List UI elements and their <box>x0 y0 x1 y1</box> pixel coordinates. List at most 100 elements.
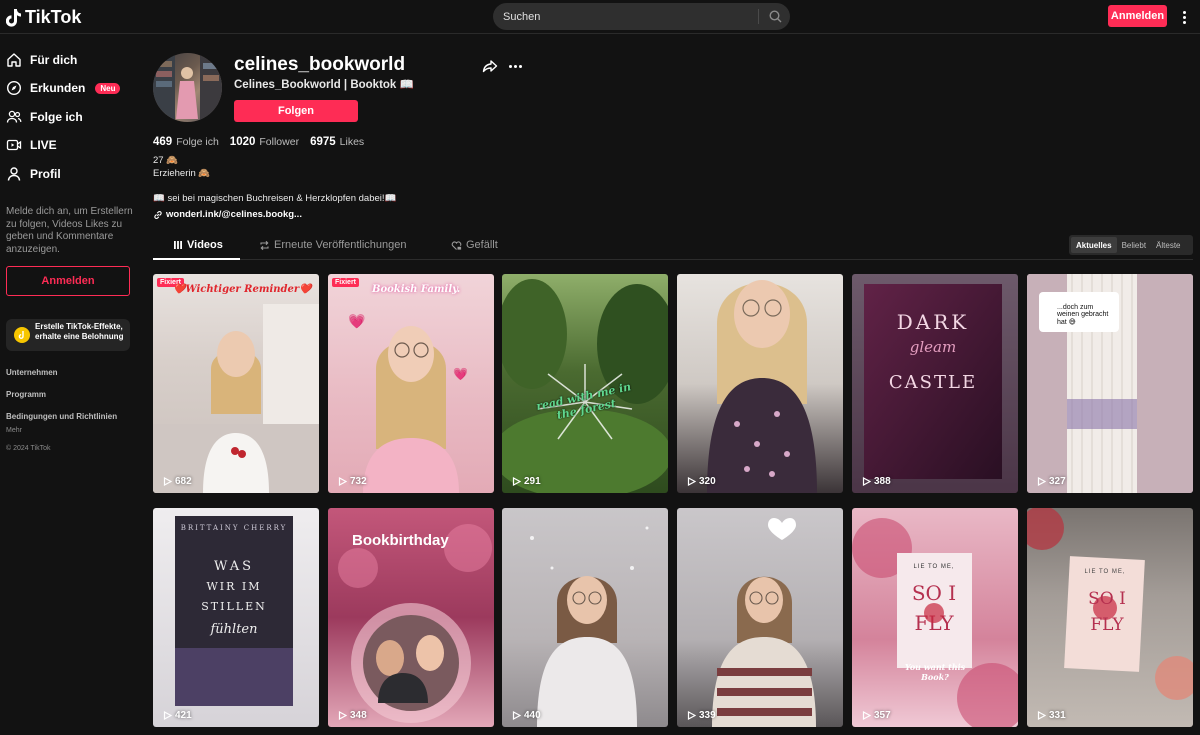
view-count: 320 <box>687 476 716 487</box>
share-icon[interactable] <box>482 58 498 74</box>
sidebar-item-label: Erkunden <box>30 81 86 95</box>
profile-tabs: Videos Erneute Veröffentlichungen Gefäll… <box>153 234 1193 260</box>
play-icon <box>163 477 172 486</box>
bio-line: 27 🙈 <box>153 155 179 166</box>
footer-terms-link[interactable]: Bedingungen und Richtlinien <box>6 412 117 421</box>
play-icon <box>338 711 347 720</box>
view-count: 339 <box>687 710 716 721</box>
svg-text:STILLEN: STILLEN <box>201 600 266 613</box>
sidebar-login-button[interactable]: Anmelden <box>6 266 130 296</box>
play-icon <box>862 711 871 720</box>
play-icon <box>163 711 172 720</box>
video-overlay-text: You want this Book? <box>904 662 966 682</box>
video-overlay-text: SO I FLY <box>1088 589 1126 635</box>
video-tile[interactable]: 440 <box>502 508 668 727</box>
tab-label: Videos <box>187 239 223 251</box>
profile-stats: 469 Folge ich 1020 Follower 6975 Likes <box>153 136 375 148</box>
video-tile[interactable]: 339 <box>677 508 843 727</box>
footer-company-link[interactable]: Unternehmen <box>6 368 58 377</box>
tab-label: Gefällt <box>466 239 498 251</box>
heart-lock-icon <box>451 240 462 250</box>
profile-more-icon[interactable] <box>506 58 524 74</box>
video-tile[interactable]: Fixiert ❤️Wichtiger Reminder❤️ 682 <box>153 274 319 493</box>
svg-text:WAS: WAS <box>214 559 254 574</box>
footer-more-link[interactable]: Mehr <box>6 427 22 434</box>
sidebar-item-live[interactable]: LIVE <box>6 137 57 153</box>
active-tab-indicator <box>153 258 240 260</box>
top-bar: TikTok Anmelden <box>0 0 1200 34</box>
svg-text:💗: 💗 <box>453 367 468 381</box>
following-stat[interactable]: 469 Folge ich <box>153 136 219 148</box>
login-hint-text: Melde dich an, um Erstellern zu folgen, … <box>6 206 133 255</box>
svg-text:fühlten: fühlten <box>209 622 257 637</box>
sort-latest[interactable]: Aktuelles <box>1071 237 1117 253</box>
profile-link-text: wonderl.ink/@celines.bookg... <box>166 209 302 220</box>
video-tile[interactable]: 320 <box>677 274 843 493</box>
video-tile[interactable]: Bookbirthday 348 <box>328 508 494 727</box>
play-icon <box>862 477 871 486</box>
compass-icon <box>6 80 22 96</box>
tab-reposts[interactable]: Erneute Veröffentlichungen <box>259 239 407 251</box>
tiktok-logo[interactable]: TikTok <box>6 7 81 28</box>
view-count: 327 <box>1037 476 1066 487</box>
profile-icon <box>7 167 21 181</box>
sidebar-item-profile[interactable]: Profil <box>6 166 61 182</box>
likes-label: Likes <box>339 136 365 148</box>
videos-grid-icon <box>174 241 182 249</box>
video-tile[interactable]: DARK gleam CASTLE 388 <box>852 274 1018 493</box>
play-icon <box>687 477 696 486</box>
video-tile[interactable]: ...doch zum weinen gebracht hat 😅 327 <box>1027 274 1193 493</box>
tab-liked[interactable]: Gefällt <box>451 239 498 251</box>
avatar[interactable] <box>153 53 222 122</box>
more-options-icon[interactable] <box>1177 7 1191 27</box>
profile-link[interactable]: wonderl.ink/@celines.bookg... <box>153 209 302 220</box>
following-label: Folge ich <box>176 136 219 148</box>
svg-text:WIR IM: WIR IM <box>206 580 261 593</box>
effects-banner[interactable]: Erstelle TikTok-Effekte, erhalte eine Be… <box>6 319 130 351</box>
sort-popular[interactable]: Beliebt <box>1117 237 1151 253</box>
video-overlay-text: ...doch zum weinen gebracht hat 😅 <box>1057 304 1109 326</box>
view-count: 357 <box>862 710 891 721</box>
sidebar-item-explore[interactable]: Erkunden Neu <box>6 80 121 96</box>
search-bar <box>493 3 790 30</box>
view-count: 331 <box>1037 710 1066 721</box>
view-count: 421 <box>163 710 192 721</box>
video-tile[interactable]: read with me in the forest 291 <box>502 274 668 493</box>
svg-text:BRITTAINY CHERRY: BRITTAINY CHERRY <box>181 524 288 532</box>
video-tile[interactable]: BRITTAINY CHERRY WAS WIR IM STILLEN fühl… <box>153 508 319 727</box>
tiktok-logo-icon <box>6 8 21 27</box>
view-count: 682 <box>163 476 192 487</box>
login-button[interactable]: Anmelden <box>1108 5 1167 27</box>
bio-line: Erzieherin 🙈 <box>153 168 211 179</box>
view-count: 732 <box>338 476 367 487</box>
followers-stat[interactable]: 1020 Follower <box>230 136 299 148</box>
video-tile[interactable]: LIE TO ME, SO I FLY 331 <box>1027 508 1193 727</box>
home-icon <box>7 53 21 67</box>
follow-button[interactable]: Folgen <box>234 100 358 122</box>
following-count: 469 <box>153 136 173 148</box>
profile-nickname: Celines_Bookworld | Booktok 📖 <box>234 79 414 91</box>
tab-videos[interactable]: Videos <box>173 239 223 251</box>
search-button[interactable] <box>761 3 790 30</box>
svg-text:💗: 💗 <box>348 313 366 329</box>
sort-oldest[interactable]: Älteste <box>1151 237 1185 253</box>
view-count: 388 <box>862 476 891 487</box>
play-icon <box>512 711 521 720</box>
video-tile[interactable]: LIE TO ME, SO I FLY You want this Book? … <box>852 508 1018 727</box>
likes-stat: 6975 Likes <box>310 136 364 148</box>
sidebar-item-following[interactable]: Folge ich <box>6 109 83 125</box>
view-count: 440 <box>512 710 541 721</box>
video-grid: Fixiert ❤️Wichtiger Reminder❤️ 682 💗 💗 F… <box>153 274 1194 728</box>
search-divider <box>758 9 759 24</box>
video-overlay-text: ❤️Wichtiger Reminder❤️ <box>173 284 312 295</box>
video-tile[interactable]: 💗 💗 Fixiert Bookish Family. 732 <box>328 274 494 493</box>
search-input[interactable] <box>503 3 753 30</box>
view-count: 291 <box>512 476 541 487</box>
search-icon <box>769 10 782 23</box>
sidebar-item-label: Folge ich <box>30 110 83 124</box>
effects-text: Erstelle TikTok-Effekte, erhalte eine Be… <box>35 322 124 341</box>
svg-text:gleam: gleam <box>910 338 956 356</box>
sidebar-item-label: LIVE <box>30 138 57 152</box>
sidebar-item-for-you[interactable]: Für dich <box>6 52 77 68</box>
footer-program-link[interactable]: Programm <box>6 390 46 399</box>
